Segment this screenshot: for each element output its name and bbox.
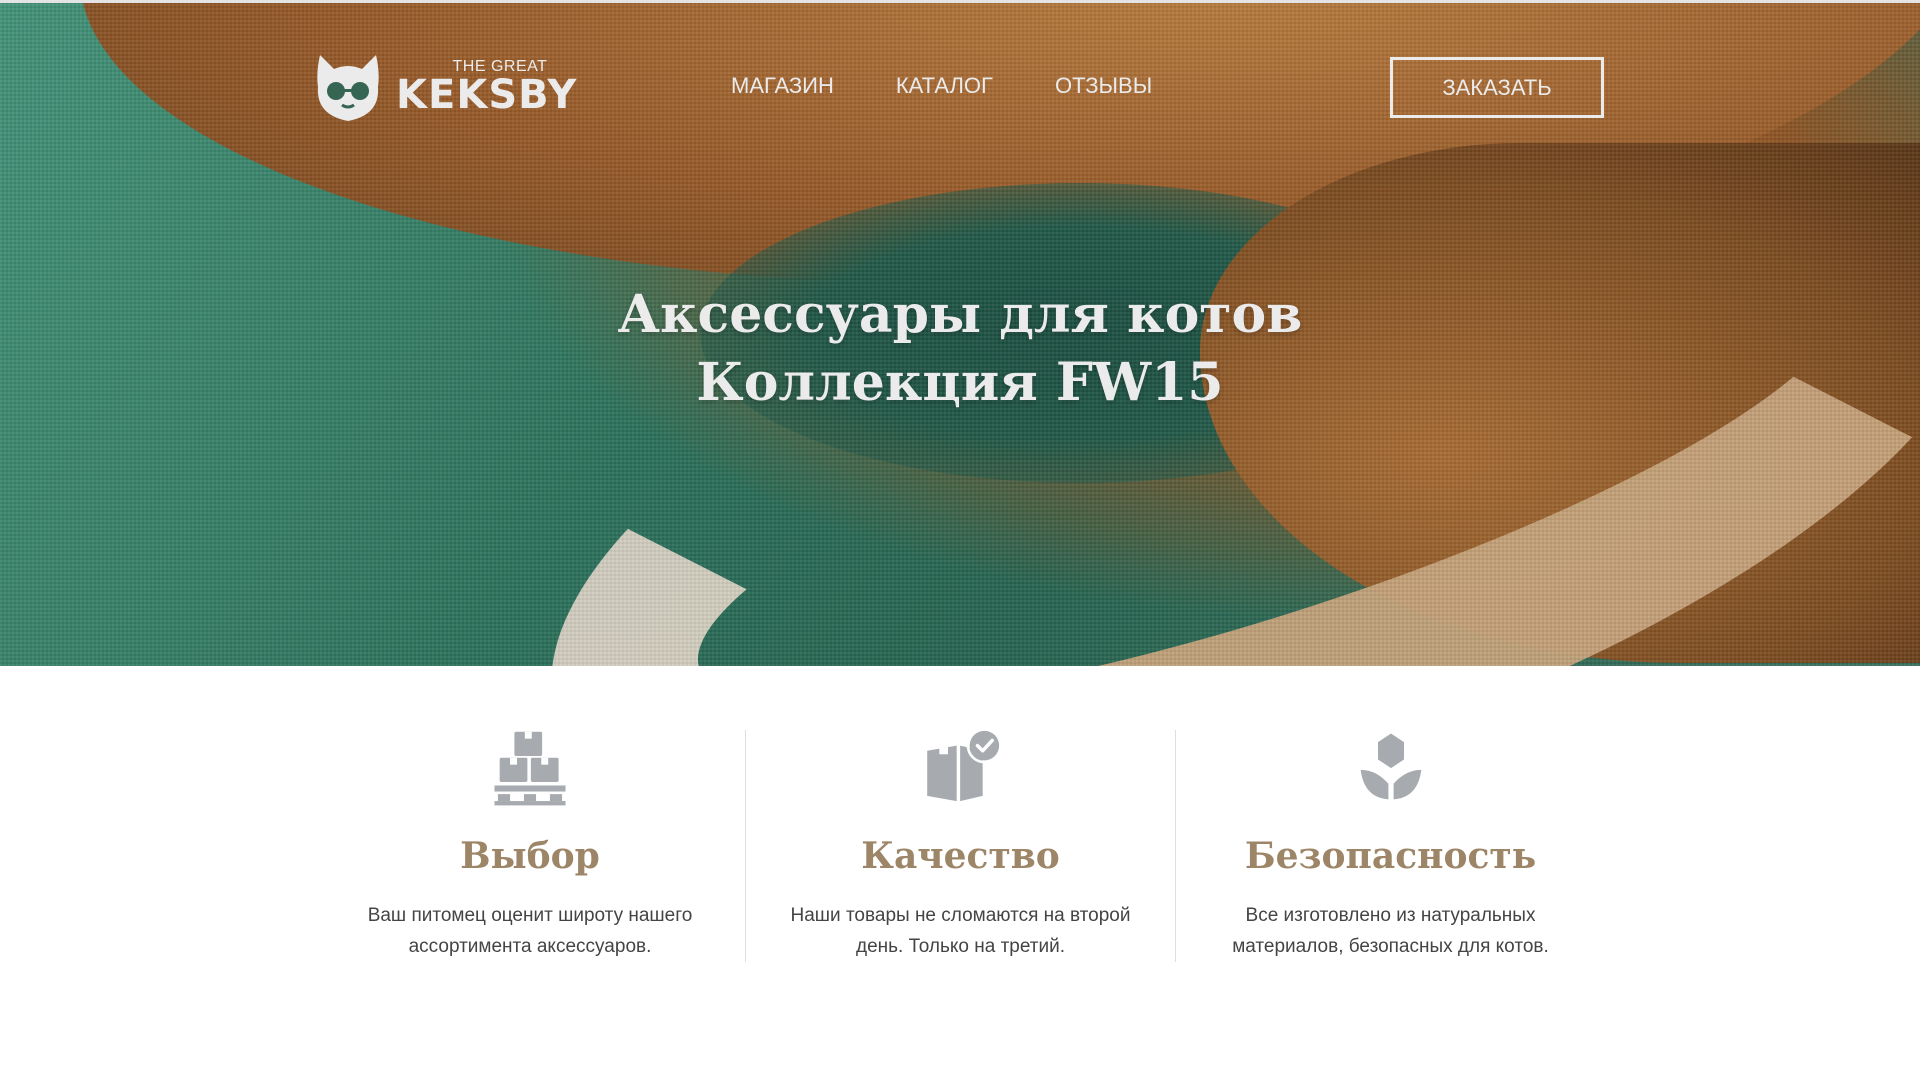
nav-item-catalog[interactable]: КАТАЛОГ (896, 73, 993, 99)
feature-title: Качество (861, 835, 1060, 877)
feature-safety: Безопасность Все изготовлено из натураль… (1175, 730, 1605, 962)
feature-title: Выбор (460, 835, 600, 877)
leaf-sprout-icon (1360, 733, 1421, 800)
logo[interactable]: THE GREAT KEKSBY (314, 49, 578, 125)
feature-choice: Выбор Ваш питомец оценит широту нашего а… (315, 730, 745, 962)
box-check-icon (926, 730, 1002, 802)
cat-with-glasses-icon (317, 55, 379, 121)
feature-text: Все изготовлено из натуральных материало… (1232, 905, 1549, 957)
feature-text: Наши товары не сломаются на второй день.… (790, 905, 1131, 957)
feature-title: Безопасность (1244, 835, 1537, 877)
hero-title-line-1: Аксессуары для котов (617, 284, 1303, 345)
hero-banner: THE GREAT KEKSBY МАГАЗИН КАТАЛОГ ОТЗЫВЫ … (0, 0, 1920, 666)
hero-title: Аксессуары для котов Коллекция FW15 (0, 281, 1920, 417)
feature-text: Ваш питомец оценит широту нашего ассорти… (367, 905, 693, 957)
nav-item-reviews[interactable]: ОТЗЫВЫ (1055, 73, 1152, 99)
nav-item-shop[interactable]: МАГАЗИН (731, 73, 834, 99)
feature-quality: Качество Наши товары не сломаются на вто… (745, 730, 1175, 962)
boxes-pallet-icon (494, 731, 566, 806)
hero-title-line-2: Коллекция FW15 (696, 352, 1224, 413)
order-button[interactable]: ЗАКАЗАТЬ (1390, 57, 1604, 118)
logo-wordmark: KEKSBY (396, 72, 578, 118)
main-nav: МАГАЗИН КАТАЛОГ ОТЗЫВЫ (731, 73, 1152, 99)
features-section: Выбор Ваш питомец оценит широту нашего а… (315, 730, 1605, 962)
